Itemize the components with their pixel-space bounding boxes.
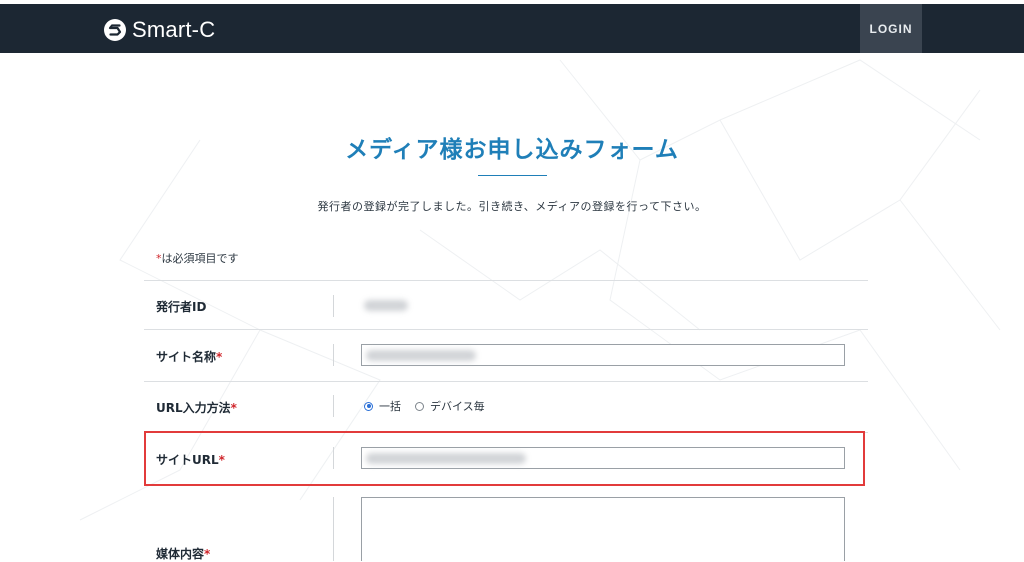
- column-separator: [333, 395, 334, 417]
- column-separator: [333, 295, 334, 317]
- required-fields-note: *は必須項目です: [156, 250, 239, 266]
- media-content-label-text: 媒体内容: [156, 547, 205, 561]
- smart-c-logo-icon: [104, 19, 126, 41]
- publisher-id-value-redacted: [364, 300, 408, 311]
- url-method-per-device-label: デバイス毎: [430, 400, 485, 413]
- url-method-radio-group: 一括 デバイス毎: [364, 398, 499, 414]
- required-asterisk: *: [230, 401, 237, 415]
- required-asterisk: *: [204, 547, 211, 561]
- required-asterisk: *: [216, 350, 223, 364]
- site-url-highlight-box: [144, 431, 865, 486]
- top-navigation-bar: Smart-C LOGIN: [0, 0, 1024, 53]
- radio-checked-icon: [364, 401, 373, 411]
- site-name-label: サイト名称*: [156, 348, 222, 365]
- brand-logo[interactable]: Smart-C: [103, 14, 215, 46]
- registration-notice: 発行者の登録が完了しました。引き続き、メディアの登録を行って下さい。: [317, 200, 707, 213]
- form-divider: [144, 329, 868, 330]
- site-name-input[interactable]: [361, 344, 845, 366]
- media-content-textarea[interactable]: [361, 497, 845, 561]
- url-method-label: URL入力方法*: [156, 399, 237, 416]
- site-name-value-redacted: [366, 350, 476, 361]
- url-method-bulk-label: 一括: [379, 400, 401, 413]
- form-divider: [144, 280, 868, 281]
- url-method-label-text: URL入力方法: [156, 401, 231, 415]
- required-note-text: は必須項目です: [161, 252, 239, 265]
- page-title: メディア様お申し込みフォーム: [345, 137, 679, 163]
- site-name-label-text: サイト名称: [156, 350, 217, 364]
- login-button[interactable]: LOGIN: [860, 4, 922, 53]
- radio-unchecked-icon: [415, 401, 424, 411]
- url-method-bulk-radio[interactable]: 一括: [364, 398, 401, 414]
- form-divider: [144, 381, 868, 382]
- publisher-id-label: 発行者ID: [156, 300, 207, 314]
- url-method-per-device-radio[interactable]: デバイス毎: [415, 398, 485, 414]
- column-separator: [333, 497, 334, 561]
- media-content-label: 媒体内容*: [156, 545, 210, 562]
- brand-name: Smart-C: [132, 17, 216, 42]
- title-underline: [478, 175, 547, 176]
- column-separator: [333, 344, 334, 366]
